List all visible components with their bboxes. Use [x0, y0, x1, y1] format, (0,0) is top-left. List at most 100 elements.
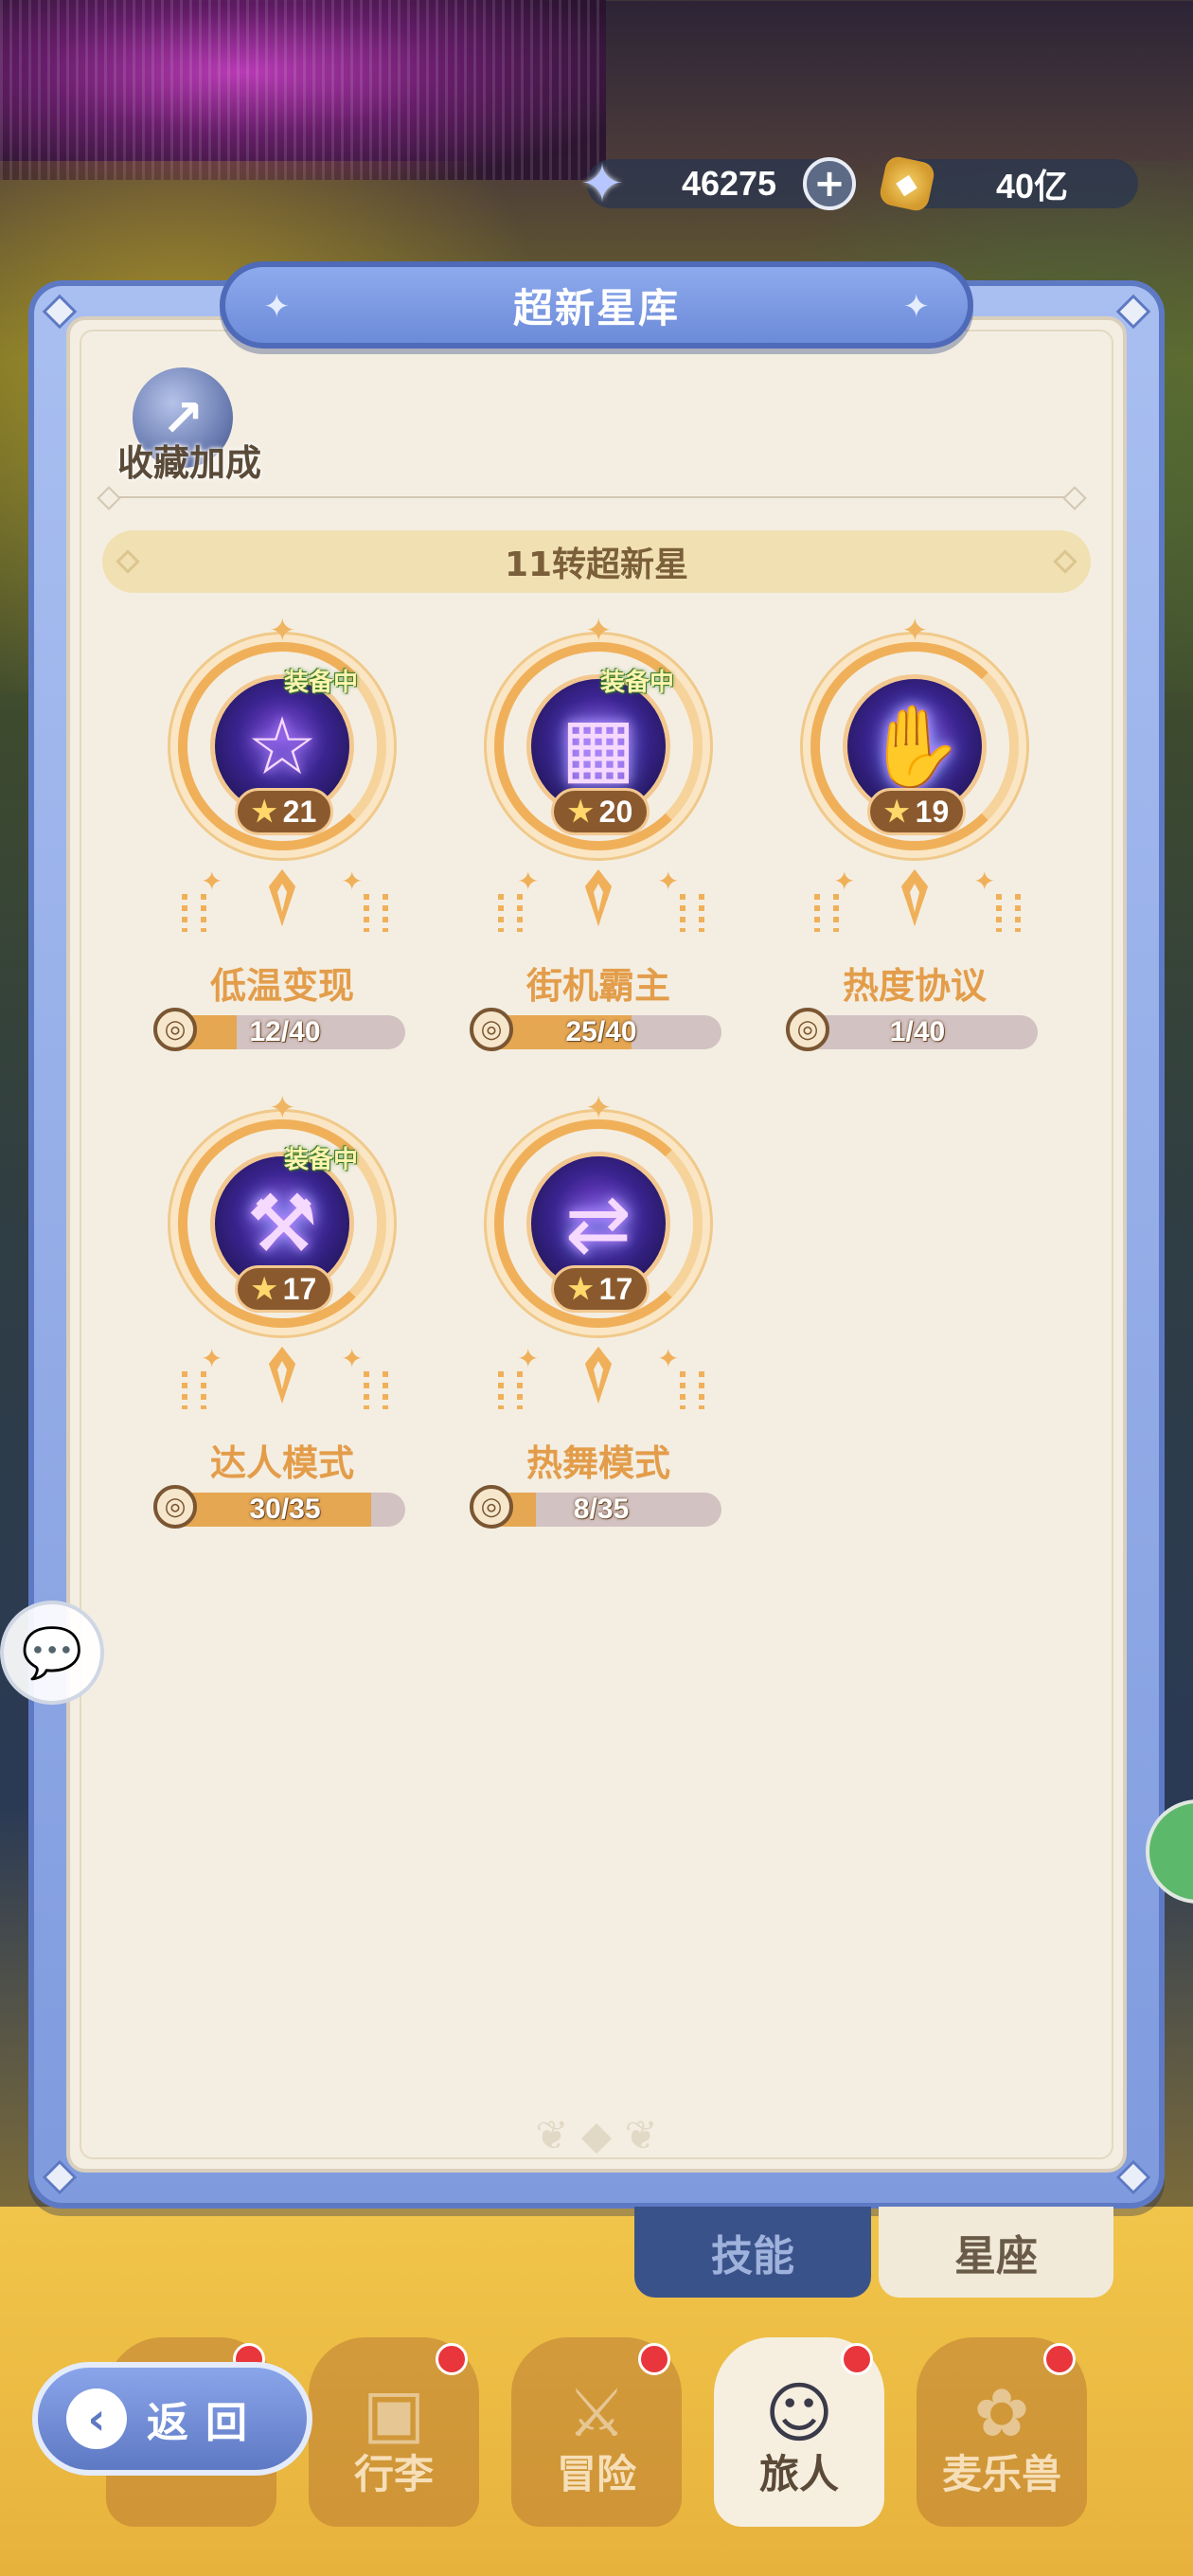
spiral-icon: ◎ — [153, 1008, 197, 1051]
level-badge: ★ 19 — [867, 788, 966, 835]
level-value: 21 — [282, 794, 317, 829]
traveler-icon: ☺ — [764, 2374, 834, 2452]
sparkle-icon: ✦ — [341, 866, 364, 897]
sparkle-icon: ✦ — [585, 1089, 613, 1127]
supernova-item[interactable]: ✦ ▦ 装备中 ★ 20 ✦ ✦ 街机霸主 25/40 ◎ — [456, 612, 740, 1072]
panel-title: 超新星库 — [512, 284, 680, 331]
divider — [106, 496, 1077, 498]
star-icon: ★ — [567, 1273, 594, 1305]
star-icon: ★ — [567, 796, 594, 828]
tab-constellation[interactable]: 星座 — [879, 2207, 1113, 2298]
diamond-icon — [116, 549, 140, 574]
dots-decoration — [680, 1371, 686, 1409]
supernova-item[interactable]: ✦ ⇄ ★ 17 ✦ ✦ 热舞模式 8/35 ◎ — [456, 1089, 740, 1549]
sparkle-icon: ✦ — [269, 612, 296, 650]
progress-text: 12/40 — [249, 1016, 321, 1047]
sparkle-icon: ✦ — [517, 866, 540, 897]
item-progress-bar: 8/35 — [481, 1493, 721, 1527]
sparkle-icon: ✦ — [973, 866, 996, 897]
dots-decoration — [182, 894, 187, 932]
dots-decoration — [517, 1371, 523, 1409]
sparkle-icon: ✦ — [901, 612, 929, 650]
star-crystal-icon: ✦ — [579, 152, 625, 215]
level-badge: ★ 17 — [551, 1265, 650, 1313]
luggage-icon: ▣ — [362, 2374, 426, 2452]
notification-badge — [638, 2343, 670, 2375]
dots-decoration — [680, 894, 686, 932]
sparkle-icon: ✦ — [269, 1089, 296, 1127]
item-progress-bar: 30/35 — [165, 1493, 405, 1527]
item-name: 街机霸主 — [525, 965, 670, 1007]
level-value: 20 — [598, 794, 633, 829]
equipped-badge: 装备中 — [600, 669, 675, 697]
dots-decoration — [1015, 894, 1021, 932]
tab-skill[interactable]: 技能 — [634, 2207, 871, 2298]
dots-decoration — [182, 1371, 187, 1409]
spiral-icon: ◎ — [470, 1008, 513, 1051]
sparkle-icon: ✦ — [263, 288, 291, 326]
sparkle-icon: ✦ — [341, 1343, 364, 1374]
item-progress-bar: 25/40 — [481, 1015, 721, 1049]
dots-decoration — [383, 894, 388, 932]
spiral-icon: ◎ — [786, 1008, 829, 1051]
section-title: 11转超新星 — [504, 546, 689, 584]
equipped-badge: 装备中 — [284, 1146, 359, 1174]
gold-currency: ◆ 40亿 — [878, 154, 1138, 213]
nav-adventure[interactable]: ⚔ 冒险 — [511, 2337, 682, 2527]
add-currency-button[interactable]: + — [803, 157, 856, 210]
back-button[interactable]: ‹ 返回 — [32, 2362, 312, 2476]
level-badge: ★ 17 — [235, 1265, 333, 1313]
pedestal-icon — [896, 856, 934, 941]
nav-traveler[interactable]: ☺ 旅人 — [714, 2337, 884, 2527]
sparkle-icon: ✦ — [902, 288, 931, 326]
progress-text: 1/40 — [889, 1016, 946, 1047]
progress-text: 8/35 — [573, 1494, 630, 1525]
sparkle-icon: ✦ — [201, 866, 223, 897]
background-stage — [0, 0, 606, 180]
dots-decoration — [498, 894, 504, 932]
panel-title-banner: ✦ 超新星库 ✦ — [220, 261, 973, 349]
sparkle-icon: ✦ — [201, 1343, 223, 1374]
item-name: 热舞模式 — [525, 1442, 670, 1484]
item-progress-bar: 12/40 — [165, 1015, 405, 1049]
crossed-swords-icon: ⚔ — [566, 2374, 627, 2452]
supernova-item[interactable]: ✦ ☆ 装备中 ★ 21 ✦ ✦ 低温变现 12/40 ◎ — [140, 612, 424, 1072]
pedestal-icon — [579, 1333, 617, 1419]
pedestal-icon — [579, 856, 617, 941]
sparkle-icon: ✦ — [517, 1343, 540, 1374]
collection-bonus-label[interactable]: 收藏加成 — [104, 434, 275, 486]
level-value: 17 — [598, 1271, 633, 1306]
level-badge: ★ 20 — [551, 788, 650, 835]
notification-badge — [841, 2343, 873, 2375]
sparkle-icon: ✦ — [657, 1343, 680, 1374]
item-name: 低温变现 — [209, 965, 354, 1007]
gold-coin-icon: ◆ — [878, 154, 936, 213]
spiral-icon: ◎ — [470, 1485, 513, 1529]
supernova-item[interactable]: ✦ ⚒ 装备中 ★ 17 ✦ ✦ 达人模式 30/35 ◎ — [140, 1089, 424, 1549]
star-icon: ★ — [251, 1273, 277, 1305]
dots-decoration — [517, 894, 523, 932]
dots-decoration — [498, 1371, 504, 1409]
item-glyph: ⚒ — [246, 1177, 318, 1270]
chat-bubble-icon[interactable]: 💬 — [0, 1601, 104, 1705]
nav-luggage[interactable]: ▣ 行李 — [309, 2337, 479, 2527]
star-icon: ★ — [251, 796, 277, 828]
sparkle-icon: ✦ — [833, 866, 856, 897]
item-glyph: ☆ — [246, 700, 318, 793]
progress-text: 30/35 — [249, 1494, 321, 1525]
dots-decoration — [996, 894, 1002, 932]
star-currency-value: 46275 — [681, 164, 777, 203]
back-label: 返回 — [147, 2399, 264, 2447]
dots-decoration — [201, 894, 206, 932]
gold-currency-value: 40亿 — [995, 167, 1069, 206]
item-progress-bar: 1/40 — [797, 1015, 1038, 1049]
spiral-icon: ◎ — [153, 1485, 197, 1529]
fox-ornament-icon: ❦ ◆ ❦ — [535, 2112, 658, 2158]
dots-decoration — [699, 894, 704, 932]
pedestal-icon — [263, 1333, 301, 1419]
star-currency: ✦ 46275 + — [580, 153, 856, 215]
nav-pet[interactable]: ✿ 麦乐兽 — [917, 2337, 1087, 2527]
dots-decoration — [201, 1371, 206, 1409]
supernova-item[interactable]: ✦ ✋ ★ 19 ✦ ✦ 热度协议 1/40 ◎ — [773, 612, 1057, 1072]
section-header: 11转超新星 — [102, 530, 1091, 593]
